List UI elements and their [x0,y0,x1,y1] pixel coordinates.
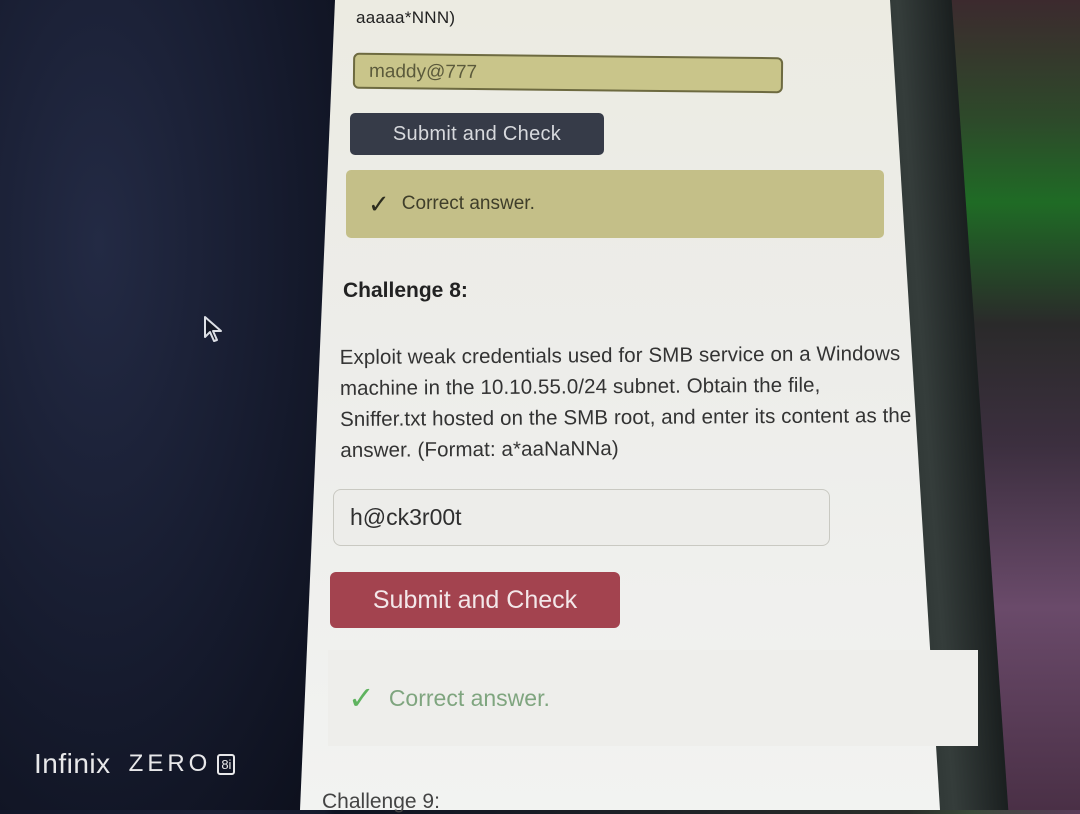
challenge-8-result-alert: ✓ Correct answer. [328,650,978,746]
watermark-brand: Infinix [34,748,111,779]
check-icon: ✓ [348,680,375,716]
previous-result-text: Correct answer. [401,193,535,214]
previous-format-text: aaaaa*NNN) [356,8,456,27]
previous-answer-input[interactable]: maddy@777 [352,52,784,94]
challenge-8-submit-button[interactable]: Submit and Check [330,572,620,628]
previous-result-alert: ✓ Correct answer. [346,170,884,238]
watermark-badge: 8i [217,753,236,775]
challenge-8-title: Challenge 8: [343,279,468,302]
challenge-8-description: Exploit weak credentials used for SMB se… [339,342,912,462]
camera-watermark: Infinix ZERO 8i [34,748,236,780]
previous-submit-button[interactable]: Submit and Check [350,113,604,155]
watermark-model: ZERO [128,750,212,777]
challenge-9-title: Challenge 9: [322,790,440,813]
challenge-8-answer-input[interactable] [333,489,830,546]
challenge-8-result-text: Correct answer. [388,684,550,711]
check-icon: ✓ [368,189,390,219]
mouse-cursor-icon [204,316,222,342]
desktop-background [0,0,330,810]
